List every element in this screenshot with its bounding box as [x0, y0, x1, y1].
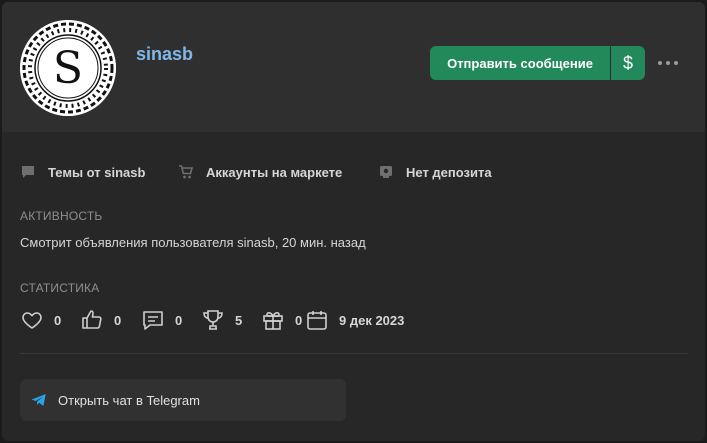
- cart-icon: [179, 165, 194, 179]
- stat-trophies[interactable]: 5: [201, 308, 261, 332]
- gift-icon: [263, 312, 283, 330]
- stat-gifts[interactable]: 0: [261, 308, 305, 332]
- avatar[interactable]: S: [20, 20, 116, 116]
- avatar-letter: S: [53, 43, 83, 94]
- link-deposit[interactable]: Нет депозита: [378, 164, 492, 180]
- profile-links: Темы от sinasb Аккаунты на маркете Нет д…: [20, 162, 492, 182]
- stats-title: Статистика: [20, 281, 100, 295]
- link-market-accounts-label: Аккаунты на маркете: [206, 164, 343, 180]
- stat-thumbs-value: 0: [114, 312, 122, 328]
- ornamental-seal-avatar: S: [20, 20, 116, 116]
- link-deposit-label: Нет депозита: [406, 164, 492, 180]
- stat-gifts-value: 0: [295, 312, 303, 328]
- stat-trophies-value: 5: [235, 312, 243, 328]
- profile-header: S sinasb Отправить сообщение $: [2, 2, 705, 132]
- more-dots-icon[interactable]: [656, 54, 680, 72]
- link-user-threads-label: Темы от sinasb: [48, 164, 146, 180]
- username[interactable]: sinasb: [136, 44, 193, 65]
- activity-title: Активность: [20, 209, 103, 223]
- heart-icon: [22, 312, 42, 329]
- send-message-button[interactable]: Отправить сообщение: [430, 46, 610, 80]
- dollar-icon: $: [622, 52, 633, 73]
- activity-text: Смотрит объявления пользователя sinasb, …: [20, 235, 366, 250]
- deposit-icon: [380, 166, 392, 178]
- money-transfer-button[interactable]: $: [611, 46, 645, 80]
- stat-comments[interactable]: 0: [141, 308, 201, 332]
- trophy-icon: [203, 310, 223, 330]
- stat-comments-value: 0: [175, 312, 183, 328]
- stat-registration-date-value: 9 дек 2023: [339, 312, 405, 328]
- thumbs-up-icon: [82, 310, 102, 329]
- open-telegram-chat-label: Открыть чат в Telegram: [58, 392, 200, 408]
- stat-thumbs[interactable]: 0: [80, 308, 141, 332]
- open-telegram-chat-button[interactable]: Открыть чат в Telegram: [20, 379, 346, 421]
- stats-row: 0 0 0 5 0 9 дек 2023: [20, 308, 404, 332]
- stat-likes-value: 0: [54, 312, 62, 328]
- link-user-threads[interactable]: Темы от sinasb: [20, 164, 178, 180]
- divider: [20, 353, 688, 354]
- comment-icon: [143, 311, 163, 330]
- profile-card: S sinasb Отправить сообщение $ Темы от s…: [2, 2, 705, 441]
- chat-bubble-icon: [22, 166, 34, 178]
- link-market-accounts[interactable]: Аккаунты на маркете: [178, 164, 378, 180]
- telegram-icon: [31, 394, 46, 406]
- calendar-icon: [307, 311, 327, 330]
- stat-likes[interactable]: 0: [20, 308, 80, 332]
- stat-registration-date: 9 дек 2023: [305, 308, 404, 332]
